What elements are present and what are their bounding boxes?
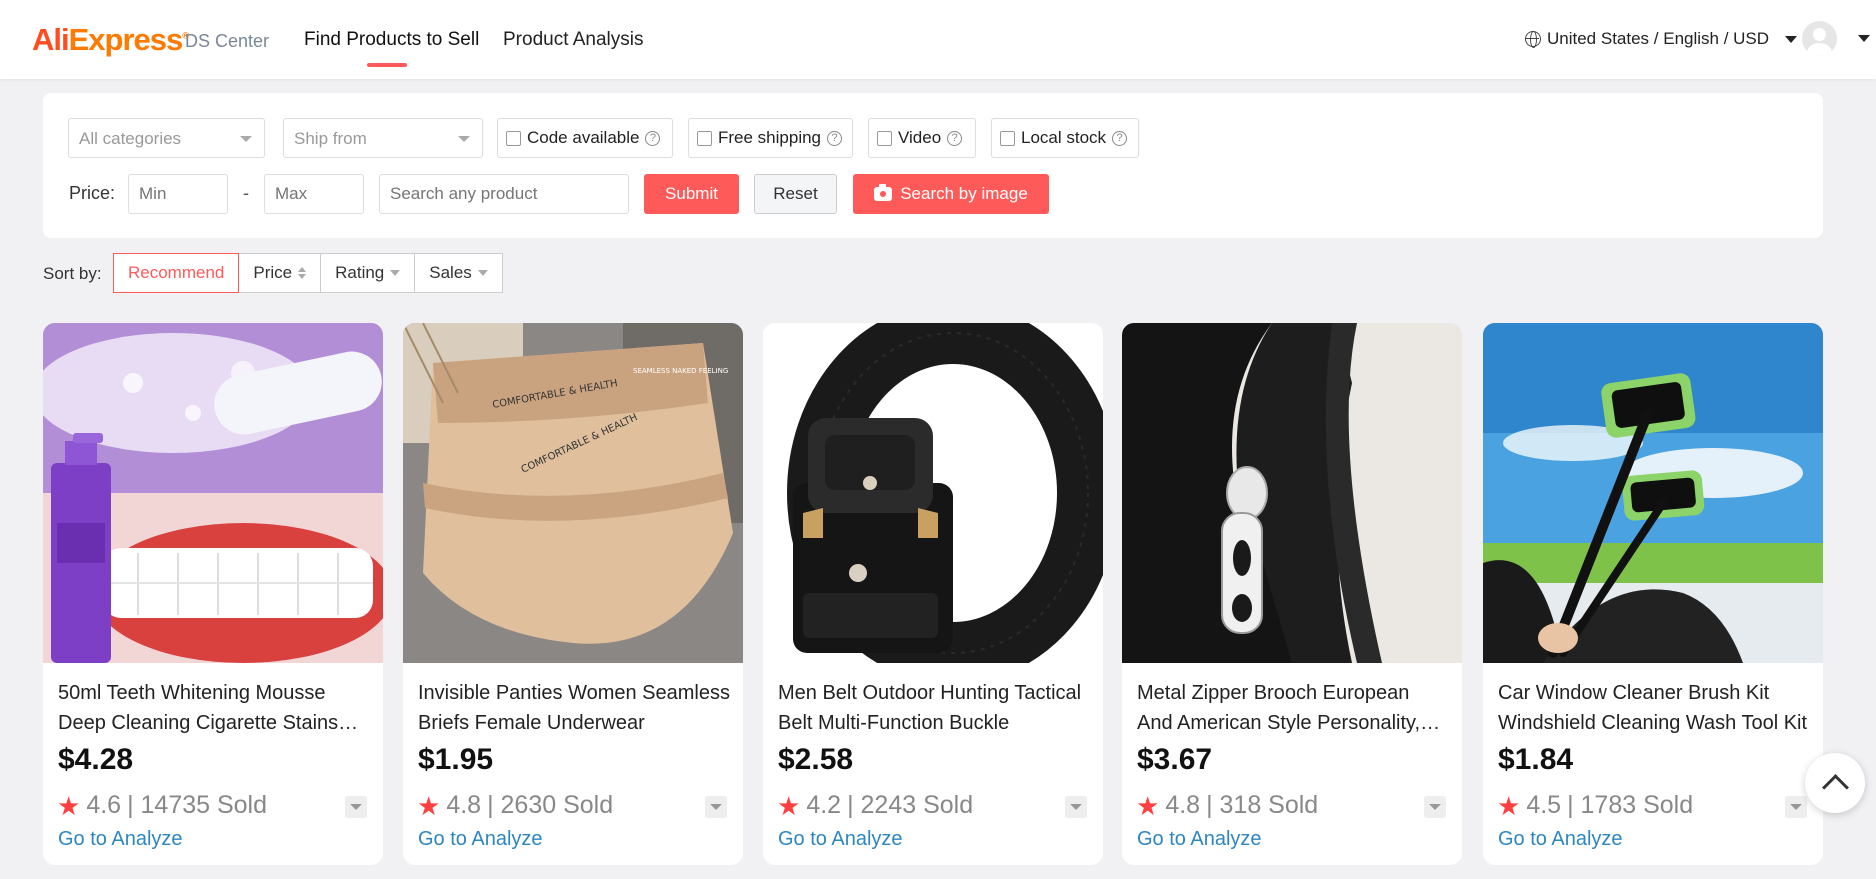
- go-to-analyze-link[interactable]: Go to Analyze: [418, 828, 543, 851]
- price-min-input[interactable]: [128, 174, 228, 214]
- product-rating: ★ 4.8 | 318 Sold: [1136, 790, 1319, 821]
- product-price: $1.95: [418, 743, 494, 776]
- sort-sales[interactable]: Sales: [414, 253, 503, 293]
- product-image[interactable]: COMFORTABLE & HEALTH COMFORTABLE & HEALT…: [403, 323, 743, 663]
- nav-find-products[interactable]: Find Products to Sell: [304, 29, 479, 51]
- chevron-down-icon: [240, 136, 252, 142]
- product-card[interactable]: Men Belt Outdoor Hunting Tactical Belt M…: [763, 323, 1103, 865]
- checkbox-square[interactable]: [506, 130, 521, 146]
- checkbox-square[interactable]: [877, 130, 892, 146]
- go-to-analyze-link[interactable]: Go to Analyze: [1137, 828, 1262, 851]
- product-title[interactable]: Car Window Cleaner Brush Kit Windshield …: [1498, 678, 1810, 738]
- star-icon: ★: [417, 790, 441, 821]
- local-stock-checkbox[interactable]: Local stock ?: [991, 118, 1139, 158]
- ds-center-label: DS Center: [185, 31, 270, 51]
- go-to-analyze-link[interactable]: Go to Analyze: [778, 828, 903, 851]
- sort-label: Sort by:: [43, 264, 102, 283]
- help-icon[interactable]: ?: [827, 130, 843, 146]
- top-header: AliExpress® DS Center Find Products to S…: [0, 0, 1876, 79]
- price-range-dash: -: [243, 183, 249, 203]
- category-select[interactable]: All categories: [68, 118, 265, 158]
- avatar[interactable]: [1802, 21, 1837, 56]
- product-image[interactable]: [1122, 323, 1462, 663]
- chevron-down-icon: [458, 136, 470, 142]
- product-image[interactable]: [1483, 323, 1823, 663]
- product-card[interactable]: Metal Zipper Brooch European And America…: [1122, 323, 1462, 865]
- price-label: Price:: [69, 183, 116, 203]
- product-price: $1.84: [1498, 743, 1574, 776]
- star-icon: ★: [1136, 790, 1160, 821]
- submit-button[interactable]: Submit: [644, 174, 739, 214]
- checkbox-square[interactable]: [1000, 130, 1015, 146]
- locale-selector[interactable]: United States / English / USD: [1525, 29, 1798, 49]
- go-to-analyze-link[interactable]: Go to Analyze: [58, 828, 183, 851]
- product-rating: ★ 4.6 | 14735 Sold: [57, 790, 268, 821]
- sort-rating[interactable]: Rating: [320, 253, 416, 293]
- back-to-top-button[interactable]: [1805, 753, 1865, 813]
- reset-button[interactable]: Reset: [754, 174, 837, 214]
- product-rating: ★ 4.5 | 1783 Sold: [1497, 790, 1694, 821]
- price-max-input[interactable]: [264, 174, 364, 214]
- expand-chevron-icon[interactable]: [705, 796, 727, 818]
- product-title[interactable]: Metal Zipper Brooch European And America…: [1137, 678, 1449, 738]
- product-rating: ★ 4.8 | 2630 Sold: [417, 790, 614, 821]
- chevron-down-icon: [477, 270, 488, 276]
- svg-text:SEAMLESS NAKED FEELING: SEAMLESS NAKED FEELING: [633, 367, 728, 375]
- active-nav-indicator: [367, 63, 407, 67]
- expand-chevron-icon[interactable]: [1424, 796, 1446, 818]
- expand-chevron-icon[interactable]: [1065, 796, 1087, 818]
- filter-panel: [43, 93, 1823, 238]
- chevron-down-icon: [390, 270, 401, 276]
- sort-arrows-icon: [298, 267, 307, 279]
- sort-recommend[interactable]: Recommend: [113, 253, 240, 293]
- product-card[interactable]: Car Window Cleaner Brush Kit Windshield …: [1483, 323, 1823, 865]
- chevron-down-icon: [1785, 35, 1798, 43]
- expand-chevron-icon[interactable]: [1785, 796, 1807, 818]
- camera-icon: [874, 184, 893, 201]
- product-image[interactable]: [763, 323, 1103, 663]
- free-shipping-checkbox[interactable]: Free shipping ?: [688, 118, 853, 158]
- product-price: $4.28: [58, 743, 134, 776]
- ship-from-select[interactable]: Ship from: [283, 118, 483, 158]
- search-by-image-button[interactable]: Search by image: [853, 174, 1049, 214]
- product-title[interactable]: 50ml Teeth Whitening Mousse Deep Cleanin…: [58, 678, 370, 738]
- go-to-analyze-link[interactable]: Go to Analyze: [1498, 828, 1623, 851]
- help-icon[interactable]: ?: [1112, 130, 1128, 146]
- checkbox-square[interactable]: [697, 130, 712, 146]
- globe-icon: [1525, 31, 1541, 48]
- nav-product-analysis[interactable]: Product Analysis: [503, 29, 643, 51]
- product-rating: ★ 4.2 | 2243 Sold: [777, 790, 974, 821]
- product-card[interactable]: COMFORTABLE & HEALTH COMFORTABLE & HEALT…: [403, 323, 743, 865]
- product-price: $3.67: [1137, 743, 1213, 776]
- account-menu-chevron-icon[interactable]: [1858, 35, 1870, 42]
- product-title[interactable]: Invisible Panties Women Seamless Briefs …: [418, 678, 730, 738]
- product-card[interactable]: 50ml Teeth Whitening Mousse Deep Cleanin…: [43, 323, 383, 865]
- code-available-checkbox[interactable]: Code available ?: [497, 118, 673, 158]
- sort-options: Recommend Price Rating Sales: [113, 253, 503, 293]
- help-icon[interactable]: ?: [645, 130, 661, 146]
- expand-chevron-icon[interactable]: [345, 796, 367, 818]
- search-input[interactable]: [379, 174, 629, 214]
- star-icon: ★: [57, 790, 81, 821]
- product-price: $2.58: [778, 743, 854, 776]
- star-icon: ★: [1497, 790, 1521, 821]
- locale-label: United States / English / USD: [1547, 29, 1770, 48]
- product-title[interactable]: Men Belt Outdoor Hunting Tactical Belt M…: [778, 678, 1090, 738]
- star-icon: ★: [777, 790, 801, 821]
- video-checkbox[interactable]: Video ?: [868, 118, 976, 158]
- product-image[interactable]: [43, 323, 383, 663]
- aliexpress-logo[interactable]: AliExpress®: [32, 22, 189, 58]
- help-icon[interactable]: ?: [947, 130, 963, 146]
- sort-price[interactable]: Price: [238, 253, 322, 293]
